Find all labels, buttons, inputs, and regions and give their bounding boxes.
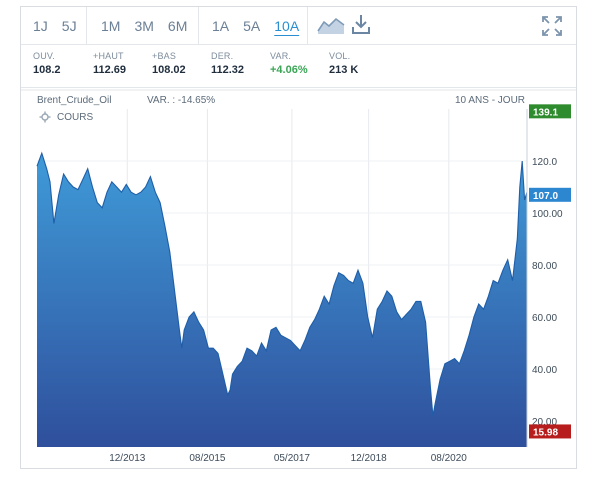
x-tick-label: 05/2017 [274,453,311,464]
y-tick-label: 40.00 [532,365,557,376]
y-tick-label: 120.0 [532,157,557,168]
y-tick-label: 80.00 [532,261,557,272]
price-badge-label-last: 107.0 [533,191,558,202]
price-chart: 20.0040.0060.0080.00100.00120.012/2013 08… [21,89,576,464]
series-legend: COURS [39,111,93,123]
series-tag: COURS [57,111,94,123]
chart-widget: 1J 5J 1M 3M 6M 1A 5A 10A OUV. 108.2 +HAU… [20,6,577,469]
x-tick-label: 12/2018 [351,453,388,464]
x-tick-label: 08/2020 [431,453,468,464]
price-badge-label-low: 15.98 [533,427,558,438]
x-tick-label: 08/2015 [189,453,226,464]
settings-icon[interactable] [39,111,51,123]
price-badge-label-high: 139.1 [533,107,558,118]
y-tick-label: 100.00 [532,209,563,220]
price-area [37,153,527,447]
y-tick-label: 60.00 [532,313,557,324]
x-tick-label: 12/2013 [109,453,146,464]
